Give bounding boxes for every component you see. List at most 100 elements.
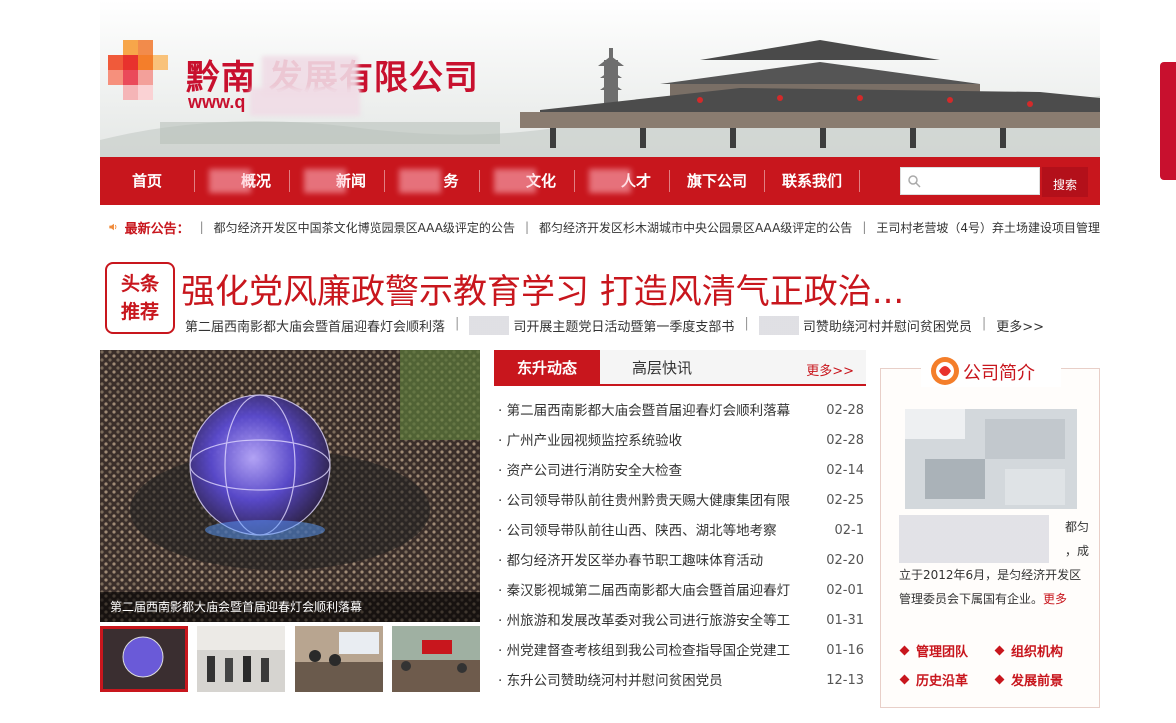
notice-item[interactable]: 都匀经济开发区中国茶文化博览园景区AAA级评定的公告 <box>214 219 515 236</box>
list-item[interactable]: · 广州产业园视频监控系统验收 02-28 <box>498 426 864 456</box>
thumbnail-image <box>391 626 480 692</box>
notice-item[interactable]: 王司村老营坡（4号）弃土场建设项目管理 <box>876 219 1100 236</box>
redaction-blur <box>589 169 631 193</box>
notice-divider: | <box>524 220 529 234</box>
list-item[interactable]: · 东升公司赞助绕河村并慰问贫困党员 12-13 <box>498 666 864 696</box>
intro-text-line: 都匀 <box>899 515 1089 539</box>
main-nav: 首页 概况 新闻 务 文化 人才 旗下公司 联系我们 搜索 <box>100 157 1100 205</box>
nav-home[interactable]: 首页 <box>100 157 194 205</box>
link-label: 组织机构 <box>1011 645 1064 660</box>
news-date: 01-16 <box>826 643 864 658</box>
list-item[interactable]: · 第二届西南影都大庙会暨首届迎春灯会顺利落幕 02-28 <box>498 396 864 426</box>
headline-section: 头条 推荐 强化党风廉政警示教育学习 打造风清气正政治... 第二届西南影都大庙… <box>105 262 1100 342</box>
headline-sublink[interactable]: 司开展主题党日活动暨第一季度支部书 <box>469 316 735 335</box>
headline-title[interactable]: 强化党风廉政警示教育学习 打造风清气正政治... <box>181 264 904 313</box>
photo-slideshow[interactable]: 第二届西南影都大庙会暨首届迎春灯会顺利落幕 <box>100 350 480 622</box>
thumbnail-image <box>294 626 383 692</box>
nav-label: 旗下公司 <box>686 172 747 190</box>
list-item[interactable]: · 州旅游和发展改革委对我公司进行旅游安全等工 01-31 <box>498 606 864 636</box>
list-item[interactable]: · 公司领导带队前往贵州黔贵天赐大健康集团有限 02-25 <box>498 486 864 516</box>
search-button[interactable]: 搜索 <box>1042 167 1088 197</box>
news-title[interactable]: · 都匀经济开发区举办春节职工趣味体育活动 <box>498 546 804 576</box>
nav-talent[interactable]: 人才 <box>575 157 669 205</box>
link-label: 管理团队 <box>916 645 969 660</box>
site-header: 黔南 发展有限公司 www.q <box>100 0 1100 157</box>
redaction-blur <box>209 169 251 193</box>
list-item[interactable]: · 公司领导带队前往山西、陕西、湖北等地考察 02-1 <box>498 516 864 546</box>
nav-news[interactable]: 新闻 <box>290 157 384 205</box>
news-title[interactable]: · 州党建督查考核组到我公司检查指导国企党建工 <box>498 636 804 666</box>
nav-overview[interactable]: 概况 <box>195 157 289 205</box>
list-item[interactable]: · 州党建督查考核组到我公司检查指导国企党建工 01-16 <box>498 636 864 666</box>
thumbnail-1[interactable] <box>100 626 188 692</box>
headline-sublink[interactable]: 司赞助绕河村并慰问贫困党员 <box>758 316 972 335</box>
thumbnail-4[interactable] <box>391 626 480 692</box>
diamond-bullet-icon <box>899 645 910 656</box>
list-item[interactable]: · 资产公司进行消防安全大检查 02-14 <box>498 456 864 486</box>
redaction-blur <box>250 88 360 116</box>
news-title[interactable]: · 资产公司进行消防安全大检查 <box>498 456 804 486</box>
news-title[interactable]: · 第二届西南影都大庙会暨首届迎春灯会顺利落幕 <box>498 396 804 426</box>
headline-badge: 头条 推荐 <box>105 262 175 334</box>
nav-business[interactable]: 务 <box>385 157 479 205</box>
notice-item[interactable]: 都匀经济开发区杉木湖城市中央公园景区AAA级评定的公告 <box>539 219 852 236</box>
intro-photo <box>905 409 1077 509</box>
diamond-bullet-icon <box>994 674 1005 685</box>
thumbnail-image <box>103 629 185 689</box>
tab-company-news[interactable]: 东升动态 <box>494 350 600 386</box>
news-title[interactable]: · 东升公司赞助绕河村并慰问贫困党员 <box>498 666 804 696</box>
nav-label: 联系我们 <box>781 172 842 190</box>
intro-text-span: 管理委员会下属国有企业。 <box>899 592 1044 606</box>
nav-divider <box>859 170 860 192</box>
link-label: 发展前景 <box>1011 674 1064 689</box>
slide-caption[interactable]: 第二届西南影都大庙会暨首届迎春灯会顺利落幕 <box>100 592 480 622</box>
nav-label: 首页 <box>131 172 162 190</box>
news-title[interactable]: · 公司领导带队前往山西、陕西、湖北等地考察 <box>498 516 804 546</box>
news-title[interactable]: · 公司领导带队前往贵州黔贵天赐大健康集团有限 <box>498 486 804 516</box>
intro-title: 公司简介 <box>963 363 1035 384</box>
company-url[interactable]: www.q <box>188 92 245 113</box>
thumbnail-3[interactable] <box>294 626 383 692</box>
notice-label: 最新公告： <box>124 221 190 237</box>
intro-text-line: ，成 <box>899 539 1089 563</box>
company-logo[interactable] <box>108 40 168 100</box>
news-title[interactable]: · 秦汉影视城第二届西南影都大庙会暨首届迎春灯 <box>498 576 804 606</box>
intro-text-line: 管理委员会下属国有企业。更多 <box>899 587 1089 611</box>
news-date: 12-13 <box>826 673 864 688</box>
link-prospects[interactable]: 发展前景 <box>994 670 1091 689</box>
search-input[interactable] <box>925 171 1035 191</box>
list-item[interactable]: · 秦汉影视城第二届西南影都大庙会暨首届迎春灯 02-01 <box>498 576 864 606</box>
headline-more-link[interactable]: 更多>> <box>996 316 1044 335</box>
redaction-blur <box>494 169 536 193</box>
intro-links: 管理团队 组织机构 历史沿革 发展前景 <box>899 641 1091 689</box>
thumbnail-2[interactable] <box>197 626 286 692</box>
nav-subsidiaries[interactable]: 旗下公司 <box>670 157 764 205</box>
tab-executive-news[interactable]: 高层快讯 <box>612 350 712 386</box>
intro-image <box>905 409 1077 509</box>
side-float-tab[interactable] <box>1160 62 1176 180</box>
news-date: 02-1 <box>834 523 864 538</box>
nav-contact[interactable]: 联系我们 <box>765 157 859 205</box>
search-icon <box>908 175 921 188</box>
list-item[interactable]: · 都匀经济开发区举办春节职工趣味体育活动 02-20 <box>498 546 864 576</box>
news-more-link[interactable]: 更多>> <box>806 360 854 379</box>
badge-line: 推荐 <box>120 301 159 323</box>
news-tabbar: 东升动态 高层快讯 更多>> <box>494 350 866 386</box>
news-title[interactable]: · 广州产业园视频监控系统验收 <box>498 426 804 456</box>
link-label: 历史沿革 <box>916 674 969 689</box>
link-history[interactable]: 历史沿革 <box>899 670 996 689</box>
notice-divider: | <box>199 220 204 234</box>
news-date: 02-25 <box>826 493 864 508</box>
news-date: 02-14 <box>826 463 864 478</box>
news-title[interactable]: · 州旅游和发展改革委对我公司进行旅游安全等工 <box>498 606 804 636</box>
slide-image <box>100 350 480 622</box>
headline-sublink[interactable]: 第二届西南影都大庙会暨首届迎春灯会顺利落 <box>185 316 445 335</box>
nav-culture[interactable]: 文化 <box>480 157 574 205</box>
intro-more-link[interactable]: 更多 <box>1043 592 1067 606</box>
link-management-team[interactable]: 管理团队 <box>899 641 996 660</box>
link-organization[interactable]: 组织机构 <box>994 641 1091 660</box>
divider: | <box>744 316 749 331</box>
intro-text-line: 立于2012年6月，是匀经济开发区 <box>899 568 1082 582</box>
headline-sublinks: 第二届西南影都大庙会暨首届迎春灯会顺利落 | 司开展主题党日活动暨第一季度支部书… <box>185 316 1044 335</box>
notice-bar: 最新公告： | 都匀经济开发区中国茶文化博览园景区AAA级评定的公告 | 都匀经… <box>100 213 1100 241</box>
